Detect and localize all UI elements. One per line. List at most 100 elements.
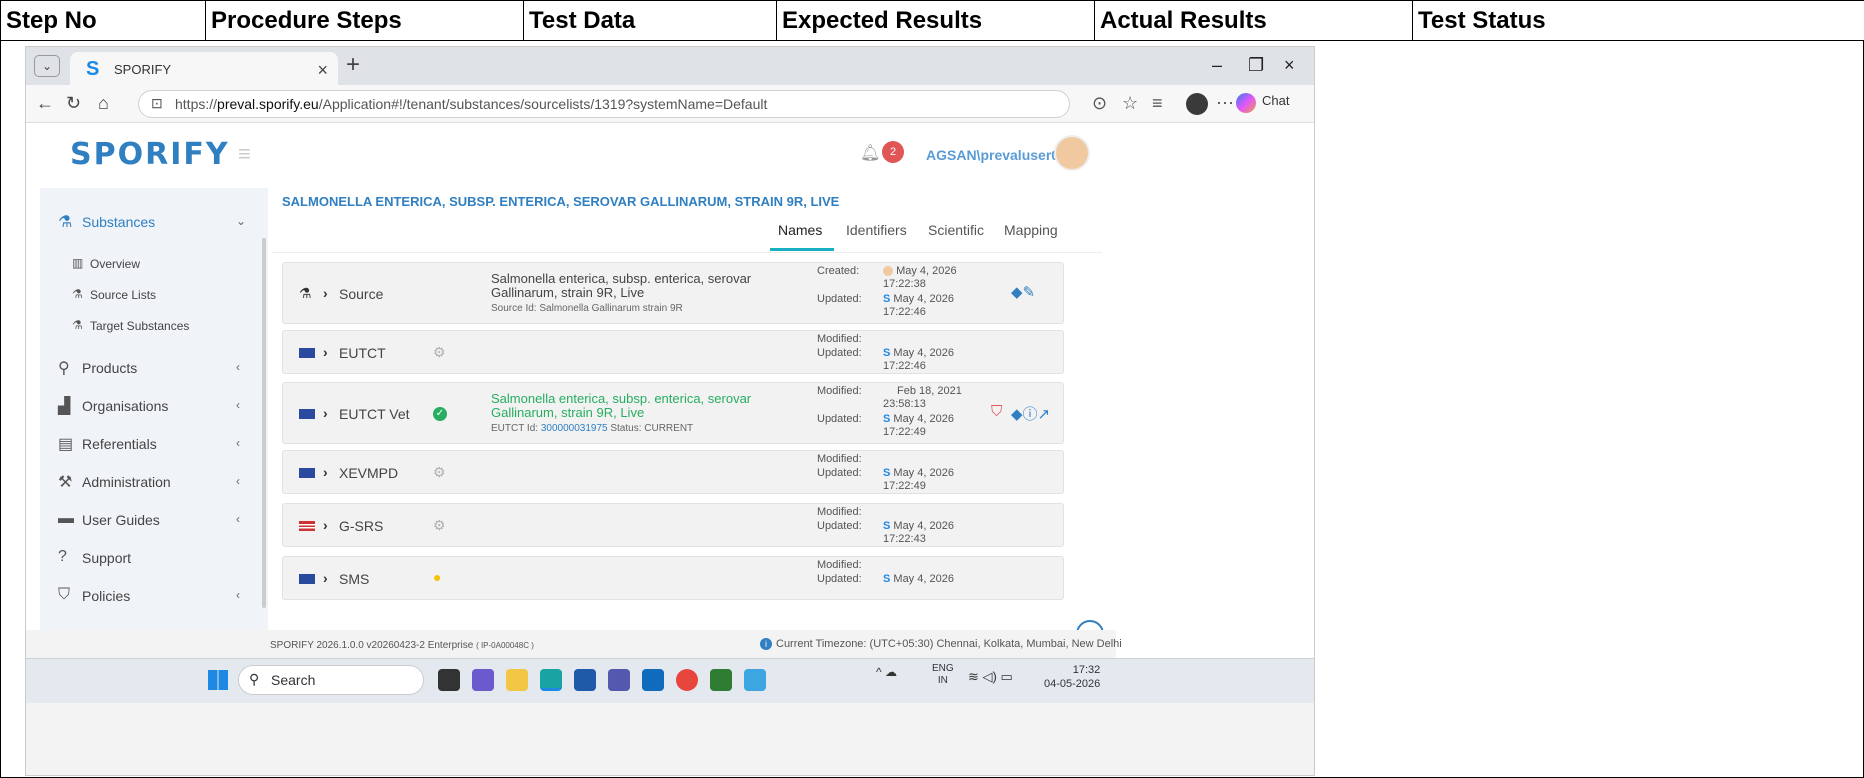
record-desc-line1: Salmonella enterica, subsp. enterica, se… bbox=[491, 391, 752, 406]
language-indicator[interactable]: ENG IN bbox=[932, 663, 954, 687]
copilot-icon[interactable] bbox=[1236, 93, 1256, 113]
tray-overflow-icon[interactable]: ^ ☁ bbox=[876, 665, 897, 679]
updated-value: S May 4, 2026 bbox=[883, 573, 954, 586]
shield-icon[interactable]: ⛉ bbox=[991, 403, 1002, 420]
favorite-star-icon[interactable]: ☆ bbox=[1122, 93, 1138, 114]
record-sms[interactable]: › SMS ● Modified: Updated: S May 4, 2026 bbox=[282, 556, 1064, 600]
close-tab-icon[interactable]: × bbox=[317, 60, 328, 81]
record-eutct[interactable]: › EUTCT ⚙ Modified: Updated: S May 4, 20… bbox=[282, 330, 1064, 374]
record-name: G-SRS bbox=[339, 518, 384, 534]
sidebar-item-user-guides[interactable]: ▬ User Guides ‹ bbox=[40, 502, 260, 538]
user-icon bbox=[883, 266, 893, 277]
question-icon: ? bbox=[58, 548, 67, 565]
sidebar-item-policies[interactable]: ⛉ Policies ‹ bbox=[40, 578, 260, 614]
sidebar-sub-overview[interactable]: ▥ Overview bbox=[40, 250, 260, 278]
teams-icon[interactable] bbox=[608, 669, 630, 691]
chevron-right-icon[interactable]: › bbox=[323, 344, 328, 360]
sidebar-item-support[interactable]: ? Support bbox=[40, 540, 260, 576]
record-desc-line2: Gallinarum, strain 9R, Live bbox=[491, 285, 645, 300]
refresh-icon[interactable]: ↻ bbox=[66, 93, 81, 114]
sidebar-item-administration[interactable]: ⚒ Administration ‹ bbox=[40, 464, 260, 500]
tab-names[interactable]: Names bbox=[778, 222, 822, 238]
sidebar-scrollbar[interactable] bbox=[262, 238, 266, 608]
url-field[interactable]: ⊡ https://preval.sporify.eu/Application#… bbox=[138, 90, 1070, 118]
windows-start-icon[interactable] bbox=[208, 670, 228, 690]
record-source[interactable]: ⚗ › Source Salmonella enterica, subsp. e… bbox=[282, 262, 1064, 324]
chevron-right-icon[interactable]: › bbox=[323, 285, 328, 301]
edge-icon[interactable] bbox=[540, 669, 562, 691]
bell-icon[interactable]: 🔔︎ bbox=[860, 143, 880, 163]
site-info-icon[interactable]: ⊡ bbox=[151, 95, 163, 112]
taskbar-search[interactable]: ⚲ Search bbox=[238, 665, 424, 695]
chevron-right-icon[interactable]: › bbox=[323, 405, 328, 421]
eutct-id-link[interactable]: 300000031975 bbox=[541, 423, 608, 434]
sidebar-sub-target-substances[interactable]: ⚗ Target Substances bbox=[40, 312, 260, 340]
updated-value: S May 4, 2026 17:22:49 bbox=[883, 467, 954, 493]
sidebar-item-referentials[interactable]: ▤ Referentials ‹ bbox=[40, 426, 260, 462]
record-g-srs[interactable]: › G-SRS ⚙ Modified: Updated: S May 4, 20… bbox=[282, 503, 1064, 547]
minimize-icon[interactable]: – bbox=[1212, 55, 1222, 76]
record-name: Source bbox=[339, 286, 384, 302]
modified-date: Feb 18, 2021 bbox=[897, 385, 962, 397]
sporify-logo[interactable]: SPORIFY bbox=[70, 137, 230, 172]
more-icon[interactable]: ⋯ bbox=[1216, 93, 1234, 114]
sidebar-sub-source-lists[interactable]: ⚗ Source Lists bbox=[40, 281, 260, 309]
products-icon: ⚲ bbox=[58, 360, 70, 377]
app-icon-m365[interactable] bbox=[472, 669, 494, 691]
flask-icon: ⚗ bbox=[299, 285, 312, 301]
menu-toggle-icon[interactable]: ≡ bbox=[238, 141, 251, 167]
favorites-list-icon[interactable]: ≡ bbox=[1152, 93, 1163, 114]
close-window-icon[interactable]: × bbox=[1284, 55, 1295, 76]
notification-badge[interactable]: 2 bbox=[882, 141, 904, 163]
active-tab-indicator bbox=[770, 248, 834, 251]
browser-tab[interactable]: S SPORIFY × bbox=[70, 52, 338, 85]
tab-list-button[interactable]: ⌄ bbox=[34, 55, 60, 77]
wifi-volume-battery-icons[interactable]: ≋ ◁) ▭ bbox=[968, 669, 1013, 685]
file-explorer-icon[interactable] bbox=[506, 669, 528, 691]
tab-scientific[interactable]: Scientific bbox=[928, 222, 984, 238]
task-view-icon[interactable] bbox=[438, 669, 460, 691]
tab-mapping[interactable]: Mapping bbox=[1004, 222, 1058, 238]
profile-avatar[interactable] bbox=[1186, 93, 1208, 115]
chevron-right-icon[interactable]: › bbox=[323, 464, 328, 480]
url-path: /Application#!/tenant/substances/sourcel… bbox=[318, 96, 768, 112]
home-icon[interactable]: ⌂ bbox=[98, 93, 109, 114]
app-icon-green[interactable] bbox=[710, 669, 732, 691]
app-header: SPORIFY ≡ 🔔︎ 2 AGSAN\prevaluser02 bbox=[26, 123, 1296, 188]
chrome-icon[interactable] bbox=[676, 669, 698, 691]
restore-icon[interactable]: ❐ bbox=[1248, 55, 1264, 76]
record-name: EUTCT Vet bbox=[339, 406, 410, 422]
sidebar-item-label: Referentials bbox=[82, 436, 157, 452]
reader-icon[interactable]: ⊙ bbox=[1092, 93, 1107, 114]
wrench-icon: ⚒ bbox=[58, 474, 73, 491]
created-date: May 4, 2026 bbox=[896, 265, 957, 277]
back-icon[interactable]: ← bbox=[36, 93, 54, 114]
chevron-down-icon: ⌄ bbox=[236, 214, 247, 228]
chevron-left-icon: ‹ bbox=[236, 360, 240, 374]
store-icon[interactable] bbox=[574, 669, 596, 691]
chevron-right-icon[interactable]: › bbox=[323, 517, 328, 533]
tag-edit-icons[interactable]: ◆✎ bbox=[1011, 283, 1035, 301]
user-avatar[interactable] bbox=[1054, 135, 1090, 171]
url-host: preval.sporify.eu bbox=[217, 96, 319, 112]
clock[interactable]: 17:32 04-05-2026 bbox=[1044, 663, 1100, 691]
app-icon-blue[interactable] bbox=[744, 669, 766, 691]
tab-identifiers[interactable]: Identifiers bbox=[846, 222, 907, 238]
record-xevmpd[interactable]: › XEVMPD ⚙ Modified: Updated: S May 4, 2… bbox=[282, 450, 1064, 494]
outlook-icon[interactable] bbox=[642, 669, 664, 691]
sidebar-item-organisations[interactable]: ▟ Organisations ‹ bbox=[40, 388, 260, 424]
user-name[interactable]: AGSAN\prevaluser02 bbox=[926, 147, 1067, 163]
sidebar-item-label: Administration bbox=[82, 474, 171, 490]
record-eutct-vet[interactable]: › EUTCT Vet ✓ Salmonella enterica, subsp… bbox=[282, 382, 1064, 444]
sidebar-item-substances[interactable]: ⚗ Substances ⌄ bbox=[40, 204, 260, 240]
search-placeholder: Search bbox=[271, 672, 316, 688]
tag-info-link-icons[interactable]: ◆ⓘ↗ bbox=[1011, 403, 1050, 424]
modified-label: Modified: bbox=[817, 559, 862, 571]
updated-time: 17:22:46 bbox=[883, 360, 926, 372]
header-expected-results: Expected Results bbox=[777, 1, 1095, 41]
chat-button[interactable]: Chat bbox=[1262, 93, 1289, 108]
sidebar-item-products[interactable]: ⚲ Products ‹ bbox=[40, 350, 260, 386]
factory-icon: ▟ bbox=[58, 398, 71, 415]
new-tab-icon[interactable]: + bbox=[346, 51, 360, 79]
chevron-right-icon[interactable]: › bbox=[323, 570, 328, 586]
